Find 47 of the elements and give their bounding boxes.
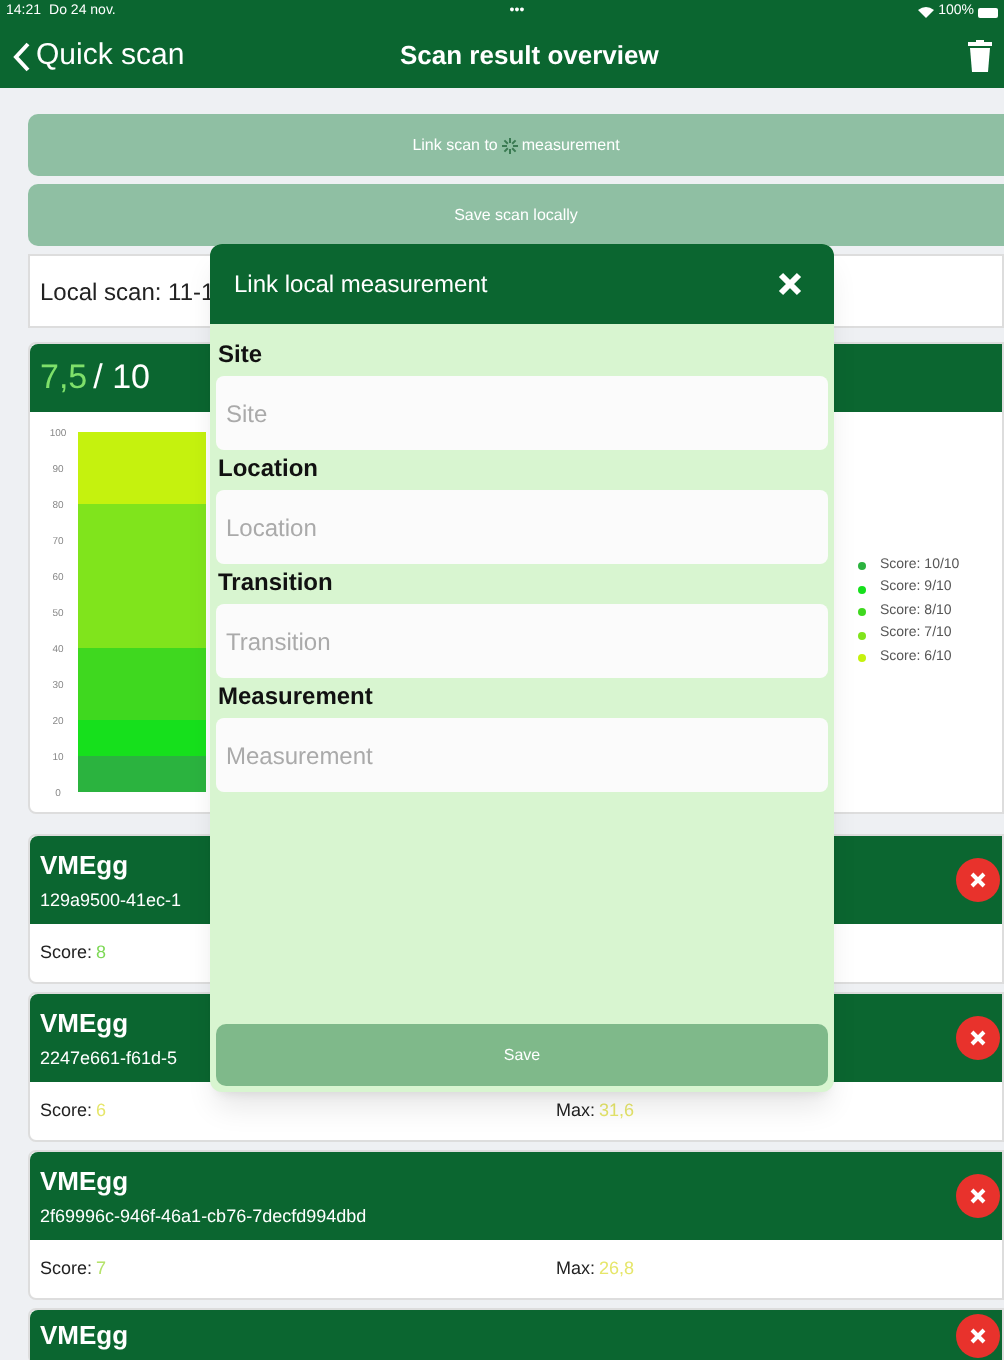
result-id: 2247e661-f61d-5	[40, 1046, 178, 1072]
delete-button[interactable]	[956, 858, 1000, 902]
trash-icon[interactable]	[968, 40, 992, 72]
max-label: Max:	[556, 1097, 596, 1124]
field-label: Site	[218, 340, 265, 368]
max-number: 26,8	[599, 1255, 635, 1282]
score-number: 7	[96, 1255, 109, 1282]
result-name: VMEgg	[40, 1318, 129, 1355]
score-number: 6	[96, 1097, 109, 1124]
delete-button[interactable]	[956, 1314, 1000, 1358]
result-name: VMEgg	[40, 1163, 131, 1200]
close-icon	[778, 272, 802, 296]
text-field[interactable]: Location	[216, 490, 828, 564]
score-number: 8	[96, 939, 109, 966]
score-total: / 10	[93, 356, 150, 401]
local-scan-label: Local scan: 11-1	[40, 275, 215, 309]
delete-button[interactable]	[956, 1174, 1000, 1218]
page-title: Scan result overview	[400, 38, 659, 75]
max-label: Max:	[556, 1255, 596, 1282]
result-id: 2f69996c-946f-46a1-cb76-7decfd994dbd	[40, 1204, 367, 1230]
loading-spinner-icon	[501, 137, 518, 153]
score-label: Score:	[40, 1255, 93, 1282]
wifi-icon	[918, 6, 935, 18]
close-icon	[970, 1030, 986, 1046]
max-number: 31,6	[599, 1097, 635, 1124]
text-field[interactable]: Measurement	[216, 718, 828, 792]
back-chevron-icon	[12, 41, 30, 71]
close-icon	[970, 1188, 986, 1204]
result-id: 129a9500-41ec-1	[40, 888, 182, 914]
close-icon	[970, 1328, 986, 1344]
field-label: Transition	[218, 568, 335, 596]
close-button[interactable]	[778, 272, 802, 296]
score-label: Score:	[40, 1097, 93, 1124]
bar-segment	[78, 756, 206, 792]
close-icon	[970, 872, 986, 888]
text-field[interactable]: Site	[216, 376, 828, 450]
delete-button[interactable]	[956, 1016, 1000, 1060]
result-name: VMEgg	[40, 847, 131, 884]
score-label: Score:	[40, 939, 93, 966]
field-label: Location	[218, 454, 320, 482]
result-name: VMEgg	[40, 1005, 131, 1042]
battery-icon	[978, 7, 998, 17]
field-label: Measurement	[218, 682, 375, 710]
score-value: 7,5	[40, 356, 88, 401]
back-button[interactable]: Quick scan	[12, 33, 185, 79]
text-field[interactable]: Transition	[216, 604, 828, 678]
dialog-title: Link local measurement	[234, 268, 488, 302]
